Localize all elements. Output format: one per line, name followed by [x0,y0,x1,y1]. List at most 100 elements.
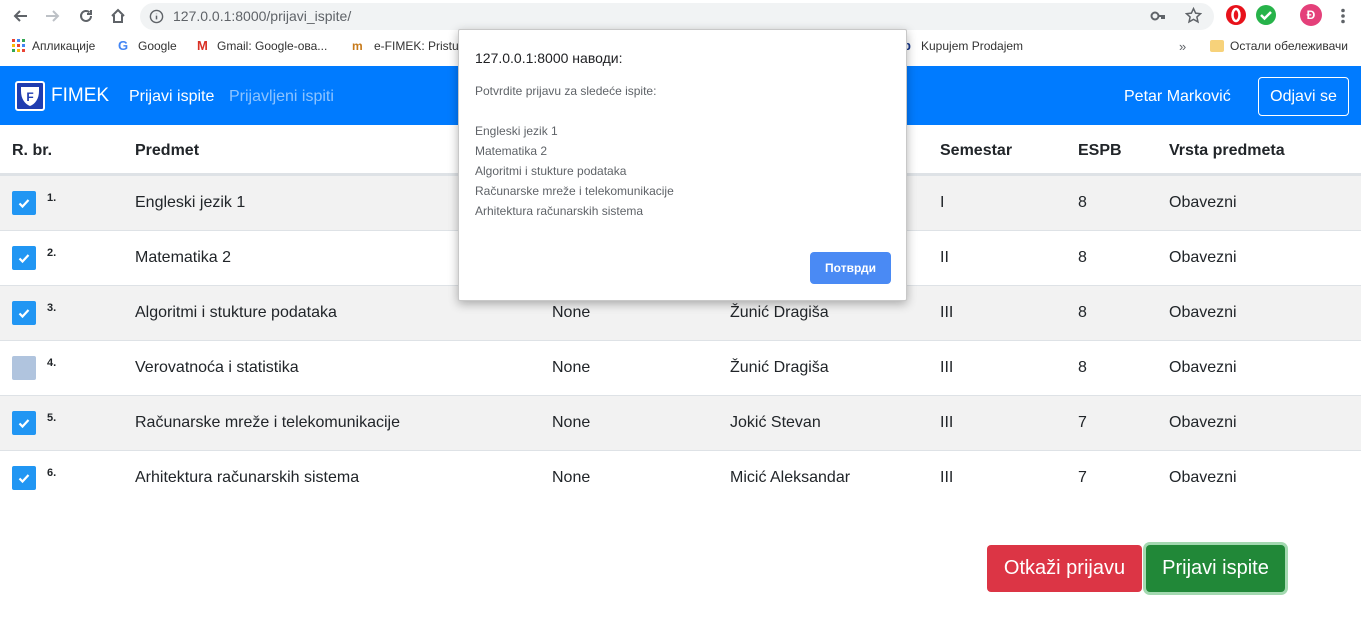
cell-espb: 7 [1078,469,1087,486]
profile-avatar[interactable]: Đ [1300,4,1322,26]
cell-semestar: III [940,359,954,376]
check-extension-icon[interactable] [1256,5,1276,25]
exam-checkbox[interactable] [12,356,36,380]
bookmark-apps[interactable]: Апликације [12,39,95,53]
cell-vrsta: Obavezni [1169,359,1237,376]
home-button[interactable] [107,5,129,27]
exam-checkbox[interactable] [12,191,36,215]
row-number: 4. [47,357,57,369]
folder-icon [1210,40,1224,52]
nav-prijavi-ispite[interactable]: Prijavi ispite [129,88,214,106]
reload-button[interactable] [75,5,97,27]
cell-profesor: Jokić Stevan [730,414,821,431]
bookmarks-overflow-button[interactable]: » [1179,39,1186,54]
cell-espb: 8 [1078,249,1087,266]
cell-vrsta: Obavezni [1169,414,1237,431]
opera-extension-icon[interactable] [1226,5,1246,25]
row-number: 3. [47,302,57,314]
bookmark-kupujem-prodajem[interactable]: p Kupujem Prodajem [903,39,1024,54]
cell-predmet: Arhitektura računarskih sistema [135,469,360,486]
header-predmet: Predmet [135,142,200,159]
bookmark-label: Kupujem Prodajem [921,39,1024,53]
home-icon [111,8,125,23]
cell-predmet: Verovatnoća i statistika [135,359,299,376]
gmail-icon: M [197,38,208,53]
google-icon: G [118,38,129,53]
dialog-exam-item: Računarske mreže i telekomunikacije [475,184,674,198]
bookmark-efimek[interactable]: m e-FIMEK: Pristup [352,39,465,53]
dialog-message-block: Potvrdite prijavu za sledeće ispite: Eng… [475,81,674,221]
browser-menu-button[interactable] [1332,5,1354,27]
fimek-logo-icon[interactable]: F [15,81,45,111]
cell-profesor: Micić Aleksandar [730,469,851,486]
bookmark-star-icon[interactable] [1185,7,1202,24]
forward-button[interactable] [42,5,64,27]
checkmark-icon [18,309,30,319]
forward-arrow-icon [46,10,60,22]
user-name: Petar Marković [1124,88,1231,105]
kebab-menu-icon [1341,8,1345,24]
bookmark-google[interactable]: G Google [118,38,177,54]
cell-vrsta: Obavezni [1169,194,1237,211]
dialog-confirm-button[interactable]: Потврди [810,252,891,284]
checkmark-icon [18,474,30,484]
dialog-exam-list: Engleski jezik 1 Matematika 2 Algoritmi i … [475,121,674,221]
row-number: 2. [47,247,57,259]
checkmark-icon [18,419,30,429]
cell-none: None [552,359,591,376]
back-button[interactable] [9,5,31,27]
checkmark-icon [18,199,30,209]
bookmark-gmail[interactable]: M Gmail: Google-ова... [197,38,328,54]
bookmark-other[interactable]: Остали обележивачи [1210,39,1348,53]
exam-checkbox[interactable] [12,466,36,490]
address-bar[interactable]: 127.0.0.1:8000/prijavi_ispite/ [140,3,1214,30]
cell-semestar: III [940,304,954,321]
brand-name[interactable]: FIMEK [51,85,109,107]
exam-checkbox[interactable] [12,246,36,270]
nav-prijavljeni-ispiti[interactable]: Prijavljeni ispiti [229,88,334,106]
confirm-dialog: 127.0.0.1:8000 наводи: Potvrdite prijavu… [458,29,907,301]
url-text[interactable]: 127.0.0.1:8000/prijavi_ispite/ [173,8,351,24]
dialog-exam-item: Engleski jezik 1 [475,124,558,138]
dialog-exam-item: Arhitektura računarskih sistema [475,204,644,218]
info-icon[interactable] [149,9,164,24]
cell-espb: 7 [1078,414,1087,431]
key-icon[interactable] [1150,8,1166,24]
bookmark-label: Gmail: Google-ова... [217,39,328,53]
cell-semestar: II [940,249,949,266]
cell-predmet: Engleski jezik 1 [135,194,246,211]
table-row: 5. Računarske mreže i telekomunikacije Non… [0,395,1361,450]
header-vrsta-predmeta: Vrsta predmeta [1169,142,1285,159]
logo-letter: F [26,90,33,104]
cell-profesor: Žunić Dragiša [730,359,829,376]
cell-none: None [552,304,591,321]
cancel-registration-button[interactable]: Otkaži prijavu [987,545,1142,592]
cell-profesor: Žunić Dragiša [730,304,829,321]
row-number: 6. [47,467,57,479]
cell-espb: 8 [1078,359,1087,376]
exam-checkbox[interactable] [12,411,36,435]
cell-none: None [552,469,591,486]
cell-predmet: Računarske mreže i telekomunikacije [135,414,400,431]
cell-espb: 8 [1078,194,1087,211]
header-rbr: R. br. [12,142,53,159]
dialog-exam-item: Algoritmi i stukture podataka [475,164,627,178]
row-number: 1. [47,192,57,204]
table-row: 4. Verovatnoća i statistika None Žunić Drag… [0,340,1361,395]
cell-vrsta: Obavezni [1169,249,1237,266]
bookmark-label: e-FIMEK: Pristup [374,39,466,53]
row-number: 5. [47,412,57,424]
bookmark-label: Апликације [32,39,96,53]
table-row: 6. Arhitektura računarskih sistema None Mic… [0,450,1361,505]
dialog-exam-item: Matematika 2 [475,144,548,158]
cell-semestar: III [940,469,954,486]
apps-grid-icon [12,39,25,52]
exam-checkbox[interactable] [12,301,36,325]
bookmark-label: Остали обележивачи [1230,39,1348,53]
cell-vrsta: Obavezni [1169,469,1237,486]
submit-exams-button[interactable]: Prijavi ispite [1146,545,1285,592]
cell-none: None [552,414,591,431]
reload-icon [80,9,92,22]
cell-vrsta: Obavezni [1169,304,1237,321]
logout-button[interactable]: Odjavi se [1258,77,1349,116]
